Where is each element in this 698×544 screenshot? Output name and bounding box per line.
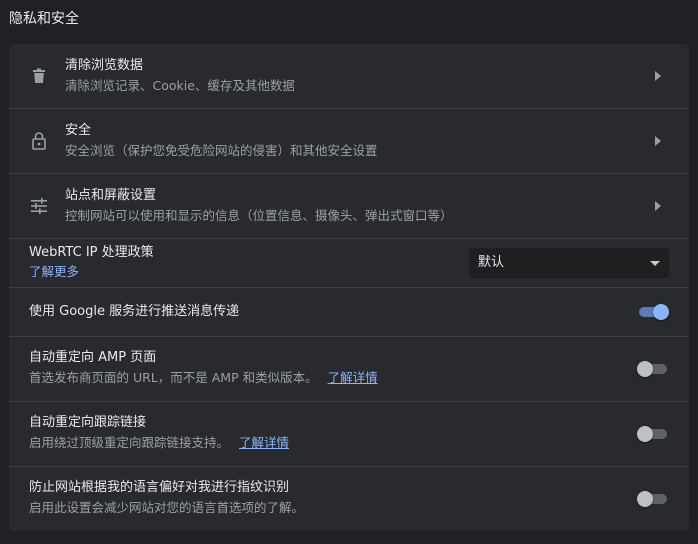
tracking-redirect-row[interactable]: 自动重定向跟踪链接 启用绕过顶级重定向跟踪链接支持。 了解详情 <box>9 401 689 466</box>
trash-icon <box>29 66 49 86</box>
amp-learn-more-link[interactable]: 了解详情 <box>328 370 378 385</box>
clear-browsing-data-title: 清除浏览数据 <box>65 58 144 73</box>
toggle-knob <box>637 491 653 507</box>
chevron-down-icon <box>650 261 660 266</box>
webrtc-policy-select[interactable]: 默认 <box>469 248 669 278</box>
webrtc-policy-selected: 默认 <box>478 255 505 270</box>
chevron-right-icon <box>653 135 663 147</box>
toggle-knob <box>637 426 653 442</box>
site-settings-row[interactable]: 站点和屏蔽设置 控制网站可以使用和显示的信息（位置信息、摄像头、弹出式窗口等） <box>9 173 689 238</box>
site-settings-title: 站点和屏蔽设置 <box>65 188 157 203</box>
webrtc-row: WebRTC IP 处理政策 了解更多 默认 <box>9 238 689 287</box>
amp-redirect-title: 自动重定向 AMP 页面 <box>29 350 157 365</box>
push-messaging-toggle[interactable] <box>637 302 669 322</box>
amp-redirect-toggle[interactable] <box>637 359 669 379</box>
chevron-right-icon <box>653 70 663 82</box>
webrtc-title: WebRTC IP 处理政策 <box>29 245 154 260</box>
tracking-redirect-title: 自动重定向跟踪链接 <box>29 415 147 430</box>
tracking-redirect-subtitle: 启用绕过顶级重定向跟踪链接支持。 <box>29 435 230 450</box>
security-row[interactable]: 安全 安全浏览（保护您免受危险网站的侵害）和其他安全设置 <box>9 108 689 173</box>
privacy-settings-card: 清除浏览数据 清除浏览记录、Cookie、缓存及其他数据 安全 安全浏览（保护您… <box>9 44 689 531</box>
push-messaging-title: 使用 Google 服务进行推送消息传递 <box>29 304 240 319</box>
fingerprint-protection-row[interactable]: 防止网站根据我的语言偏好对我进行指纹识别 启用此设置会减少网站对您的语言首选项的… <box>9 466 689 531</box>
site-settings-subtitle: 控制网站可以使用和显示的信息（位置信息、摄像头、弹出式窗口等） <box>65 208 453 223</box>
security-title: 安全 <box>65 123 92 138</box>
section-title: 隐私和安全 <box>9 11 79 27</box>
tracking-learn-more-link[interactable]: 了解详情 <box>239 435 289 450</box>
fingerprint-protection-toggle[interactable] <box>637 489 669 509</box>
clear-browsing-data-row[interactable]: 清除浏览数据 清除浏览记录、Cookie、缓存及其他数据 <box>9 44 689 108</box>
fingerprint-protection-title: 防止网站根据我的语言偏好对我进行指纹识别 <box>29 480 290 495</box>
toggle-knob <box>637 361 653 377</box>
chevron-right-icon <box>653 200 663 212</box>
push-messaging-row[interactable]: 使用 Google 服务进行推送消息传递 <box>9 287 689 336</box>
webrtc-learn-more-link[interactable]: 了解更多 <box>29 264 79 279</box>
amp-redirect-row[interactable]: 自动重定向 AMP 页面 首选发布商页面的 URL，而不是 AMP 和类似版本。… <box>9 336 689 401</box>
clear-browsing-data-subtitle: 清除浏览记录、Cookie、缓存及其他数据 <box>65 78 295 93</box>
lock-icon <box>29 131 49 151</box>
toggle-knob <box>653 304 669 320</box>
tracking-redirect-toggle[interactable] <box>637 424 669 444</box>
security-subtitle: 安全浏览（保护您免受危险网站的侵害）和其他安全设置 <box>65 143 378 158</box>
amp-redirect-subtitle: 首选发布商页面的 URL，而不是 AMP 和类似版本。 <box>29 370 318 385</box>
sliders-icon <box>29 196 49 216</box>
fingerprint-protection-subtitle: 启用此设置会减少网站对您的语言首选项的了解。 <box>29 500 305 515</box>
